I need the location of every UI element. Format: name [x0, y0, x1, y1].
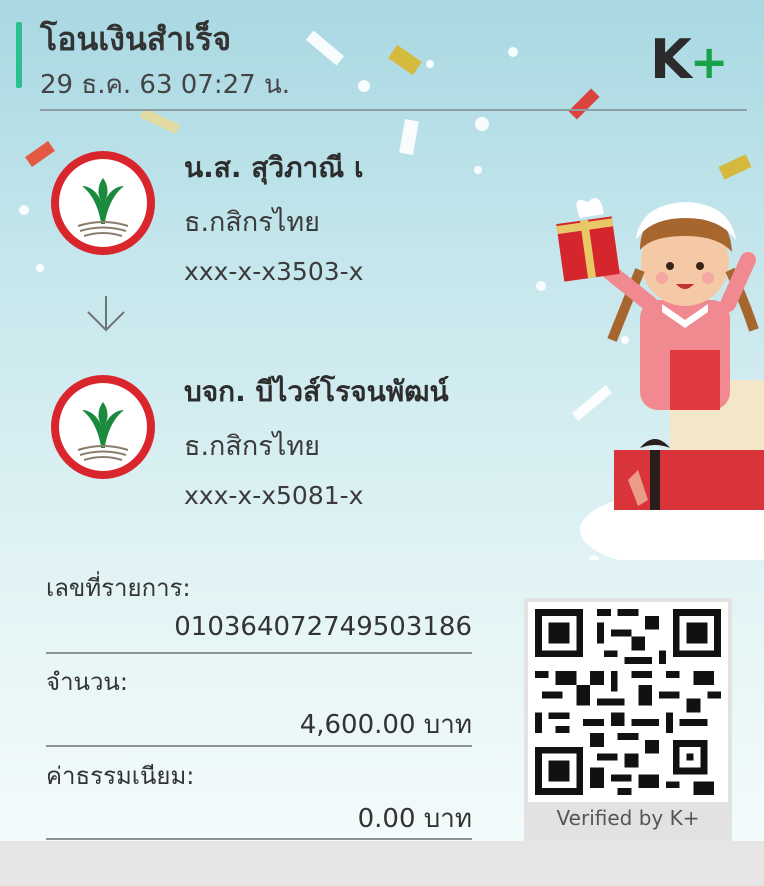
amount-value: 4,600.00 บาท — [299, 710, 472, 740]
sender-name: น.ส. สุวิภาณี เ — [184, 151, 364, 184]
transfer-datetime: 29 ธ.ค. 63 07:27 น. — [40, 70, 290, 100]
kasikorn-bank-icon — [51, 151, 155, 255]
reference-divider — [46, 652, 472, 654]
reference-number-value: 010364072749503186 — [174, 612, 472, 642]
fee-label: ค่าธรรมเนียม: — [46, 762, 195, 790]
kplus-logo-plus: + — [689, 35, 729, 89]
reference-number-label: เลขที่รายการ: — [46, 574, 191, 602]
christmas-girl-illustration — [556, 198, 764, 560]
sender-account: xxx-x-x3503-x — [184, 257, 364, 286]
amount-divider — [46, 745, 472, 747]
arrow-down-icon — [87, 296, 125, 332]
page-title: โอนเงินสำเร็จ — [40, 20, 232, 58]
kplus-logo: K+ — [650, 28, 728, 91]
verified-by-kplus-text: Verified by K+ — [556, 806, 700, 830]
receiver-bank: ธ.กสิกรไทย — [184, 431, 320, 462]
amount-label: จำนวน: — [46, 668, 128, 696]
sender-info: น.ส. สุวิภาณี เ ธ.กสิกรไทย xxx-x-x3503-x — [184, 146, 364, 286]
receiver-info: บจก. บีไวส์โรจนพัฒน์ ธ.กสิกรไทย xxx-x-x5… — [184, 370, 449, 510]
sender-bank: ธ.กสิกรไทย — [184, 207, 320, 238]
title-accent-bar — [16, 22, 22, 88]
bottom-bar — [0, 841, 764, 886]
kplus-logo-k: K — [650, 28, 692, 91]
receiver-account: xxx-x-x5081-x — [184, 481, 364, 510]
fee-value: 0.00 บาท — [357, 804, 472, 834]
kasikorn-bank-icon — [51, 375, 155, 479]
transfer-slip: โอนเงินสำเร็จ 29 ธ.ค. 63 07:27 น. K+ น.ส… — [0, 0, 764, 841]
header-divider — [40, 109, 747, 111]
qr-code-icon[interactable] — [528, 602, 728, 802]
fee-divider — [46, 838, 472, 840]
receiver-name: บจก. บีไวส์โรจนพัฒน์ — [184, 375, 449, 408]
